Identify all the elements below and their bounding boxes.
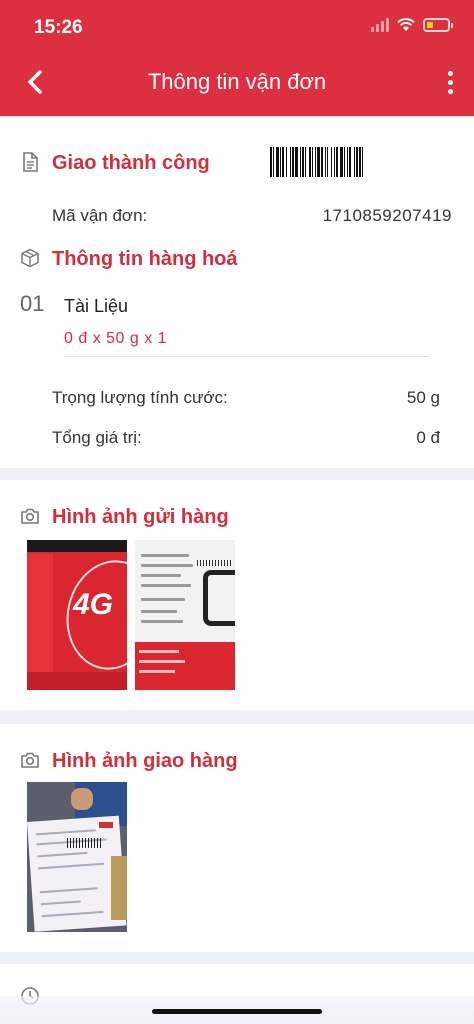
waybill-screen: 15:26 Thông tin vận đơn Giao thành công … [0,0,474,1024]
delivery-photo-1[interactable] [27,782,127,932]
status-icons [371,18,453,32]
total-value-label: Tổng giá trị: [52,428,142,447]
send-photo-1[interactable]: 4G [27,540,127,690]
nav-bar: Thông tin vận đơn [0,56,474,110]
waybill-value: 1710859207419 [322,206,452,225]
send-photo-2[interactable] [135,540,235,690]
charge-weight-label: Trọng lượng tính cước: [52,388,228,407]
delivery-photos-title: Hình ảnh giao hàng [52,750,238,772]
status-bar: 15:26 [0,0,474,48]
home-indicator [152,1009,322,1014]
status-time: 15:26 [34,17,83,38]
more-icon [447,70,453,76]
item-name: Tài Liệu [64,296,129,316]
app-header: 15:26 Thông tin vận đơn [0,0,474,116]
item-index: 01 [20,291,45,316]
send-photos-title: Hình ảnh gửi hàng [52,506,229,528]
charge-weight-value: 50 g [406,388,440,407]
goods-title: Thông tin hàng hoá [52,248,238,270]
camera-icon [21,508,39,524]
send-photos-card: Hình ảnh gửi hàng 4G [0,480,474,710]
item-divider [64,356,429,357]
box-icon [21,248,39,268]
more-button[interactable] [438,66,462,98]
delivery-status: Giao thành công [52,152,210,174]
delivery-photos-card: Hình ảnh giao hàng [0,724,474,952]
wifi-icon [397,18,415,31]
page-title: Thông tin vận đơn [147,69,327,94]
camera-icon [21,752,39,768]
item-detail: 0 đ x 50 g x 1 [64,330,168,347]
total-value-value: 0 đ [416,428,440,447]
waybill-info-card: Giao thành công Mã vận đơn: 171085920741… [0,118,474,468]
document-icon [23,152,38,172]
barcode [270,147,454,177]
waybill-label: Mã vận đơn: [52,206,148,225]
signal-icon [371,18,389,32]
battery-icon [423,18,453,32]
